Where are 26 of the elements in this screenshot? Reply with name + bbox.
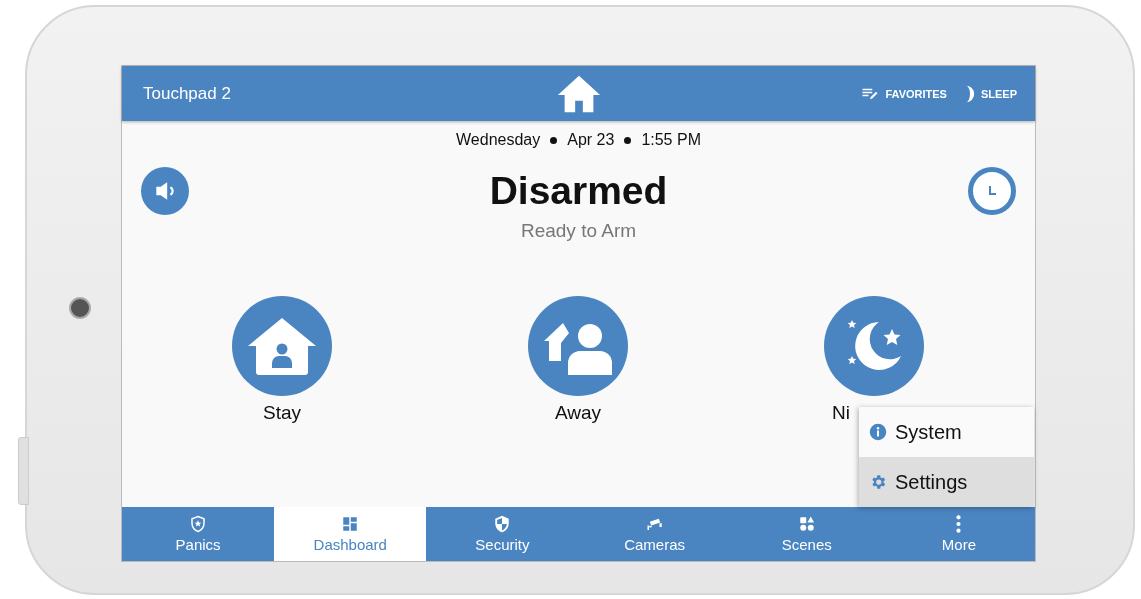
- menu-item[interactable]: Settings: [859, 457, 1034, 507]
- clock-icon: [989, 185, 997, 195]
- sleep-button[interactable]: SLEEP: [964, 84, 1017, 103]
- nav-tab[interactable]: Dashboard: [274, 507, 427, 561]
- shield-icon: [493, 515, 512, 533]
- status-subtitle: Ready to Arm: [520, 221, 637, 241]
- separator-dot: [624, 136, 632, 144]
- arm-mode-label: Ni: [832, 402, 850, 424]
- time-text: 1:55 PM: [641, 130, 701, 150]
- more-icon: [956, 515, 962, 533]
- separator-dot: [550, 136, 558, 144]
- arm-mode-label: Away: [554, 402, 602, 424]
- menu-item[interactable]: System: [859, 407, 1034, 457]
- day-text: Wednesday: [456, 130, 541, 150]
- clock-button[interactable]: [968, 167, 1016, 215]
- dashboard-icon: [341, 515, 360, 533]
- camera-lens: [69, 297, 91, 319]
- favorites-button[interactable]: FAVORITES: [861, 84, 947, 103]
- shield-star-icon: [189, 515, 208, 533]
- volume-button[interactable]: [141, 167, 189, 215]
- device-name: Touchpad 2: [143, 83, 231, 104]
- date-text: Apr 23: [567, 130, 615, 150]
- info-icon: [869, 423, 887, 441]
- arm-mode-label: Stay: [263, 402, 301, 424]
- status-title: Disarmed: [489, 169, 668, 212]
- shapes-icon: [797, 515, 816, 533]
